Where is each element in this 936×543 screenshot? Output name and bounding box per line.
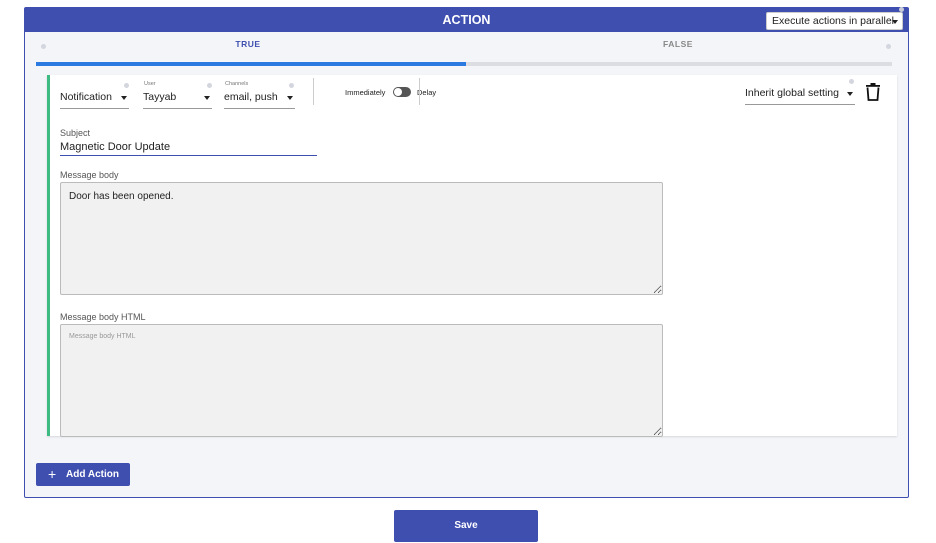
chevron-down-icon xyxy=(121,96,127,100)
message-body-textarea[interactable]: Door has been opened. xyxy=(60,182,663,295)
action-panel: ACTION Execute actions in parallel TRUE … xyxy=(24,7,909,498)
execution-mode-select[interactable]: Execute actions in parallel xyxy=(766,12,903,30)
save-button[interactable]: Save xyxy=(394,510,538,542)
divider xyxy=(419,78,420,105)
execution-mode-value: Execute actions in parallel xyxy=(772,15,894,27)
indicator-dot-icon xyxy=(289,83,294,88)
user-select[interactable]: Tayyab xyxy=(143,87,212,109)
tab-false-indicator-icon xyxy=(886,44,891,49)
condition-tabs: TRUE FALSE xyxy=(33,38,892,66)
add-action-button[interactable]: + Add Action xyxy=(36,463,130,486)
tab-indicator-track xyxy=(36,62,892,66)
trash-icon[interactable] xyxy=(865,83,881,101)
tab-true[interactable]: TRUE xyxy=(33,38,463,62)
user-value: Tayyab xyxy=(143,91,177,103)
chevron-down-icon xyxy=(892,20,898,24)
indicator-dot-icon xyxy=(124,83,129,88)
chevron-down-icon xyxy=(204,96,210,100)
panel-header: ACTION Execute actions in parallel xyxy=(25,8,908,32)
indicator-dot-icon xyxy=(849,79,854,84)
divider xyxy=(313,78,314,105)
channels-value: email, push xyxy=(224,91,278,103)
chevron-down-icon xyxy=(287,96,293,100)
panel-title: ACTION xyxy=(442,13,491,27)
action-type-select[interactable]: Notification xyxy=(60,87,129,109)
immediately-label: Immediately xyxy=(345,88,386,97)
subject-label: Subject xyxy=(60,128,91,138)
chevron-down-icon xyxy=(847,92,853,96)
message-body-label: Message body xyxy=(60,170,119,180)
delay-toggle[interactable] xyxy=(393,87,411,97)
toggle-knob xyxy=(394,88,402,96)
add-action-label: Add Action xyxy=(66,469,119,480)
message-body-html-label: Message body HTML xyxy=(60,312,146,322)
plus-icon: + xyxy=(48,466,57,482)
action-type-value: Notification xyxy=(60,91,112,103)
global-setting-select[interactable]: Inherit global setting xyxy=(745,83,855,105)
action-card: Notification User Tayyab Channels email,… xyxy=(47,75,897,437)
tab-active-indicator xyxy=(36,62,466,66)
channels-select[interactable]: email, push xyxy=(224,87,295,109)
global-setting-value: Inherit global setting xyxy=(745,87,839,99)
indicator-dot-icon xyxy=(207,83,212,88)
tab-false[interactable]: FALSE xyxy=(463,38,893,62)
message-body-html-textarea[interactable] xyxy=(60,324,663,437)
subject-input[interactable] xyxy=(60,139,317,156)
indicator-dot-icon xyxy=(899,7,904,12)
